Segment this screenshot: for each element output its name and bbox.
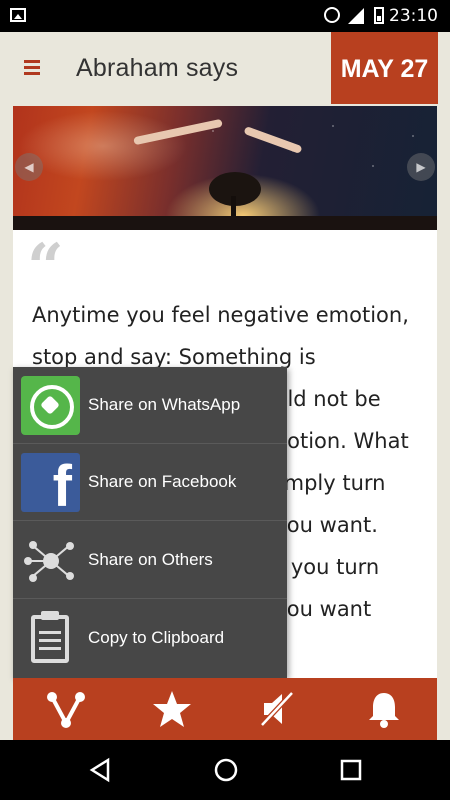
share-whatsapp-item[interactable]: Share on WhatsApp [13, 367, 287, 444]
mute-button[interactable] [225, 678, 331, 740]
facebook-icon: f [21, 453, 80, 512]
share-facebook-label: Share on Facebook [88, 472, 237, 491]
alarm-icon [324, 7, 340, 23]
image-notification-icon [10, 8, 26, 22]
share-others-item[interactable]: Share on Others [13, 522, 287, 599]
back-triangle-icon [89, 757, 110, 783]
share-button[interactable] [13, 678, 119, 740]
notification-button[interactable] [331, 678, 437, 740]
share-facebook-item[interactable]: f Share on Facebook [13, 444, 287, 521]
recents-square-icon [340, 759, 362, 781]
copy-clipboard-item[interactable]: Copy to Clipboard [13, 600, 287, 677]
mute-icon [260, 691, 294, 727]
bottom-action-bar [13, 678, 437, 740]
date-badge[interactable]: MAY 27 [331, 32, 438, 104]
status-bar: 23:10 [0, 0, 450, 32]
hamburger-menu-icon[interactable] [24, 60, 40, 75]
home-circle-icon [214, 758, 238, 782]
star-icon [153, 691, 191, 727]
share-icon [47, 692, 85, 728]
favorite-button[interactable] [119, 678, 225, 740]
battery-icon [374, 7, 384, 24]
status-time: 23:10 [389, 6, 438, 26]
share-others-label: Share on Others [88, 550, 213, 569]
app-title: Abraham says [76, 54, 239, 82]
copy-clipboard-label: Copy to Clipboard [88, 628, 225, 647]
app-bar: Abraham says MAY 27 [0, 32, 450, 104]
share-nodes-icon [21, 531, 80, 590]
share-whatsapp-label: Share on WhatsApp [88, 395, 241, 414]
nav-recents-button[interactable] [275, 740, 425, 800]
whatsapp-icon [21, 376, 80, 435]
system-nav-bar [0, 740, 450, 800]
bell-icon [369, 693, 399, 728]
carousel-prev-icon[interactable]: ◀ [15, 153, 43, 181]
share-menu: Share on WhatsApp f Share on Facebook Sh… [13, 367, 287, 678]
clipboard-icon [21, 609, 80, 668]
signal-icon [348, 8, 364, 24]
carousel-next-icon[interactable]: ▶ [407, 153, 435, 181]
hero-image: ◀ ▶ [13, 106, 437, 230]
